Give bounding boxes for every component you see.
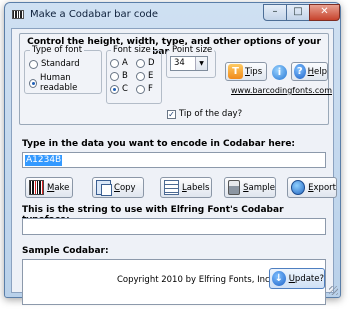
radio-size-a-circle[interactable]	[110, 58, 119, 68]
labels-button[interactable]: Labels	[160, 177, 212, 198]
radio-size-b-label: B	[122, 71, 128, 81]
sample-section-label: Sample Codabar:	[22, 246, 109, 256]
radio-size-a-label: A	[122, 58, 128, 68]
tip-of-day-checkbox[interactable]: ✓ Tip of the day?	[167, 109, 242, 119]
help-button[interactable]: ? Help	[291, 62, 328, 81]
radio-human-readable-circle[interactable]	[29, 78, 38, 88]
tip-of-day-label: Tip of the day?	[179, 109, 243, 119]
radio-human-readable[interactable]: Human readable	[29, 73, 101, 93]
radio-size-e[interactable]: E	[136, 71, 153, 81]
barcode-icon	[29, 180, 44, 195]
help-label: Help	[307, 66, 327, 77]
make-label: Make	[47, 182, 70, 193]
radio-size-e-circle[interactable]	[136, 71, 145, 81]
update-button[interactable]: ↓ Update?	[269, 268, 325, 289]
app-window: Make a Codabar bar code – □ ✕ Control th…	[4, 2, 341, 305]
radio-size-d-label: D	[148, 58, 155, 68]
radio-size-c-label: C	[122, 84, 128, 94]
font-type-label: Type of font	[30, 45, 85, 55]
point-size-select[interactable]: 34 ▼	[170, 56, 208, 71]
radio-size-e-label: E	[148, 71, 154, 81]
copy-icon	[96, 180, 112, 196]
radio-standard-label: Standard	[41, 59, 80, 69]
radio-size-f-label: F	[148, 84, 153, 94]
maximize-button[interactable]: □	[286, 4, 310, 21]
font-type-group: Type of font Standard Human readable	[24, 45, 102, 94]
data-input-value: A1234B	[25, 155, 63, 166]
radio-size-f[interactable]: F	[136, 84, 153, 94]
data-input[interactable]: A1234B	[22, 152, 326, 168]
font-size-label: Font size	[111, 45, 153, 55]
copy-label: Copy	[114, 182, 136, 193]
radio-size-d-circle[interactable]	[136, 58, 145, 68]
tips-label: Tips	[245, 66, 263, 77]
radio-size-c-circle[interactable]	[110, 84, 119, 94]
codabar-string-field[interactable]	[22, 218, 326, 235]
printer-icon	[228, 180, 241, 195]
chevron-down-icon[interactable]: ▼	[195, 57, 207, 70]
radio-size-d[interactable]: D	[136, 58, 155, 68]
labels-icon	[164, 180, 179, 195]
window-title: Make a Codabar bar code	[30, 9, 159, 20]
download-icon: ↓	[272, 271, 286, 286]
title-bar[interactable]: Make a Codabar bar code – □ ✕	[5, 3, 340, 27]
export-button[interactable]: Export	[287, 177, 337, 198]
copyright-text: Copyright 2010 by Elfring Fonts, Inc.	[117, 275, 273, 285]
export-icon	[291, 180, 306, 195]
export-label: Export	[308, 182, 336, 193]
close-button[interactable]: ✕	[309, 4, 340, 21]
update-label: Update?	[288, 273, 324, 284]
radio-standard-circle[interactable]	[29, 59, 38, 69]
point-size-value: 34	[174, 58, 185, 68]
question-icon: ?	[294, 64, 306, 79]
options-panel: Control the height, width, type, and oth…	[19, 33, 332, 125]
sample-button[interactable]: Sample	[224, 177, 276, 198]
resize-grip[interactable]	[329, 286, 338, 295]
radio-size-f-circle[interactable]	[136, 84, 145, 94]
radio-size-b-circle[interactable]	[110, 71, 119, 81]
barcode-app-icon	[12, 10, 24, 19]
tips-icon: T	[228, 64, 243, 79]
make-button[interactable]: Make	[25, 177, 73, 198]
radio-human-readable-label: Human readable	[40, 73, 78, 93]
point-size-group: Point size 34 ▼	[166, 45, 216, 78]
tips-button[interactable]: T Tips	[225, 62, 267, 81]
radio-size-a[interactable]: A	[110, 58, 128, 68]
website-link[interactable]: www.barcodingfonts.com	[231, 86, 332, 95]
point-size-label: Point size	[170, 45, 215, 55]
data-section-label: Type in the data you want to encode in C…	[22, 139, 296, 149]
client-area: Control the height, width, type, and oth…	[11, 28, 337, 305]
radio-size-b[interactable]: B	[110, 71, 128, 81]
copy-button[interactable]: Copy	[92, 177, 144, 198]
minimize-button[interactable]: –	[263, 4, 287, 21]
tip-of-day-box[interactable]: ✓	[167, 109, 176, 119]
radio-size-c[interactable]: C	[110, 84, 128, 94]
info-icon[interactable]: i	[272, 65, 287, 80]
sample-label: Sample	[243, 182, 275, 193]
labels-label: Labels	[182, 182, 210, 193]
font-size-group: Font size A B C D E F	[106, 45, 162, 104]
radio-standard[interactable]: Standard	[29, 59, 80, 69]
